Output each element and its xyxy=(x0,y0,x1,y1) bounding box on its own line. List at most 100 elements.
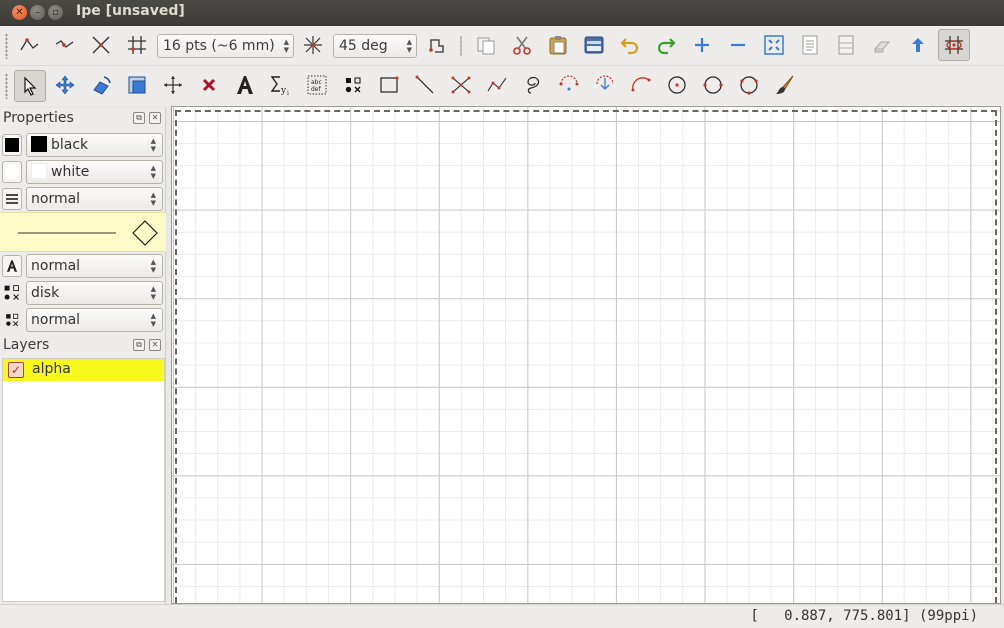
translate-mode-button[interactable] xyxy=(50,70,80,100)
mark-shape-select[interactable]: disk ▲ ▼ xyxy=(26,281,163,305)
copy-button[interactable] xyxy=(471,30,501,60)
snap-angle-button[interactable] xyxy=(298,30,328,60)
text-size-button[interactable] xyxy=(2,255,22,277)
fill-color-select[interactable]: white ▲ ▼ xyxy=(26,160,163,184)
page-view-icon xyxy=(584,36,604,54)
snap-vertex-button[interactable] xyxy=(14,30,44,60)
lasso-icon xyxy=(527,76,540,94)
layer-label: alpha xyxy=(32,361,71,377)
rotate-mode-button[interactable] xyxy=(86,70,116,100)
text-size-value: normal xyxy=(31,258,81,274)
fit-page-button[interactable] xyxy=(759,30,789,60)
stroke-color-button[interactable] xyxy=(2,134,22,156)
stroke-color-select[interactable]: black ▲ ▼ xyxy=(26,133,163,157)
select-icon xyxy=(24,76,37,96)
rectangle-mode-button[interactable] xyxy=(374,70,404,100)
formula-mode-button[interactable]: yi xyxy=(266,70,296,100)
fill-swatch xyxy=(5,165,19,179)
undo-button[interactable] xyxy=(615,30,645,60)
redo-button[interactable] xyxy=(651,30,681,60)
mark-shape-value: disk xyxy=(31,285,60,301)
grid-toggle-button[interactable] xyxy=(938,29,970,61)
snap-grid-button[interactable] xyxy=(122,30,152,60)
drawing-canvas[interactable] xyxy=(171,106,1001,604)
spin-arrows-icon: ▲ ▼ xyxy=(150,164,156,180)
paste-button[interactable] xyxy=(543,30,573,60)
cut-button[interactable] xyxy=(507,30,537,60)
pan-mode-button[interactable] xyxy=(158,70,188,100)
text-mode-button[interactable] xyxy=(230,70,260,100)
angle-select[interactable]: 45 deg ▲ ▼ xyxy=(333,34,417,58)
left-dock: Properties ⧉ ✕ black ▲ ▼ white ▲ ▼ normal … xyxy=(0,108,166,604)
stroke-value: black xyxy=(51,137,89,153)
stretch-mode-button[interactable] xyxy=(122,70,152,100)
toolbar-separator xyxy=(460,36,462,56)
properties-title: Properties xyxy=(3,110,74,126)
toolbar-grip[interactable] xyxy=(5,73,8,99)
pen-width-select[interactable]: normal ▲ ▼ xyxy=(26,187,163,211)
close-window-button[interactable]: ✕ xyxy=(12,5,27,20)
zoom-out-button[interactable] xyxy=(723,30,753,60)
spin-arrows-icon: ▲ ▼ xyxy=(150,285,156,301)
pen-width-button[interactable] xyxy=(2,188,22,210)
snap-boundary-button[interactable] xyxy=(50,30,80,60)
toolbar-grip[interactable] xyxy=(5,33,8,59)
line-mode-button[interactable] xyxy=(410,70,440,100)
page-properties-button[interactable] xyxy=(831,30,861,60)
main-toolbar: 16 pts (~6 mm) ▲ ▼ 45 deg ▲ ▼ xyxy=(0,26,1004,66)
up-arrow-button[interactable] xyxy=(903,30,933,60)
layer-item-alpha[interactable]: ✓ alpha xyxy=(3,359,164,381)
layer-visible-checkbox[interactable]: ✓ xyxy=(8,362,24,378)
circle-icon xyxy=(668,76,686,94)
page-list-button[interactable] xyxy=(795,30,825,60)
polyline-mode-button[interactable] xyxy=(482,70,512,100)
circle-mode-button[interactable] xyxy=(662,70,692,100)
circle-diameter-mode-button[interactable] xyxy=(698,70,728,100)
arc3-mode-button[interactable] xyxy=(626,70,656,100)
grid-toggle-icon xyxy=(945,36,963,54)
mark-size-button[interactable] xyxy=(2,309,22,331)
spin-arrows-icon: ▲ ▼ xyxy=(406,38,412,54)
fill-color-button[interactable] xyxy=(2,161,22,183)
mark-size-select[interactable]: normal ▲ ▼ xyxy=(26,308,163,332)
minimize-window-button[interactable]: – xyxy=(30,5,45,20)
window-title: Ipe [unsaved] xyxy=(76,3,185,19)
circle-3pt-icon xyxy=(740,76,758,95)
maximize-window-button[interactable]: ▫ xyxy=(48,5,63,20)
close-icon[interactable]: ✕ xyxy=(149,112,161,124)
snap-intersection-icon xyxy=(92,36,110,54)
pen-width-row: normal ▲ ▼ xyxy=(0,187,166,213)
ink-mode-button[interactable] xyxy=(770,70,800,100)
arc2-mode-button[interactable] xyxy=(590,70,620,100)
close-icon[interactable]: ✕ xyxy=(149,339,161,351)
polyline-icon xyxy=(487,77,507,92)
layers-dock-buttons: ⧉ ✕ xyxy=(133,339,161,351)
float-icon[interactable]: ⧉ xyxy=(133,112,145,124)
float-icon[interactable]: ⧉ xyxy=(133,339,145,351)
fill-value: white xyxy=(51,164,90,180)
snap-auto-button[interactable] xyxy=(421,30,451,60)
marks-mode-button[interactable] xyxy=(338,70,368,100)
mark-shape-button[interactable] xyxy=(2,282,22,304)
shred-mode-button[interactable] xyxy=(194,70,224,100)
select-mode-button[interactable] xyxy=(14,70,46,102)
splinegon-mode-button[interactable] xyxy=(446,70,476,100)
mouse-coordinates: [ 0.887, 775.801] (99ppi) xyxy=(750,608,978,624)
paragraph-mode-button[interactable]: abc def xyxy=(302,70,332,100)
grid-size-select[interactable]: 16 pts (~6 mm) ▲ ▼ xyxy=(157,34,294,58)
circle-3pt-mode-button[interactable] xyxy=(734,70,764,100)
snap-intersection-button[interactable] xyxy=(86,30,116,60)
eraser-button[interactable] xyxy=(867,30,897,60)
stretch-icon xyxy=(128,76,146,94)
line-style-preview[interactable] xyxy=(0,212,166,252)
lasso-mode-button[interactable] xyxy=(518,70,548,100)
text-size-select[interactable]: normal ▲ ▼ xyxy=(26,254,163,278)
paragraph-icon: abcdef xyxy=(307,75,327,95)
arc1-mode-button[interactable] xyxy=(554,70,584,100)
arc3-icon xyxy=(631,77,651,92)
line-icon xyxy=(415,75,434,94)
layers-title: Layers xyxy=(3,337,50,353)
mode-toolbar: yi abc def xyxy=(0,66,1004,106)
zoom-in-button[interactable] xyxy=(687,30,717,60)
page-view-button[interactable] xyxy=(579,30,609,60)
